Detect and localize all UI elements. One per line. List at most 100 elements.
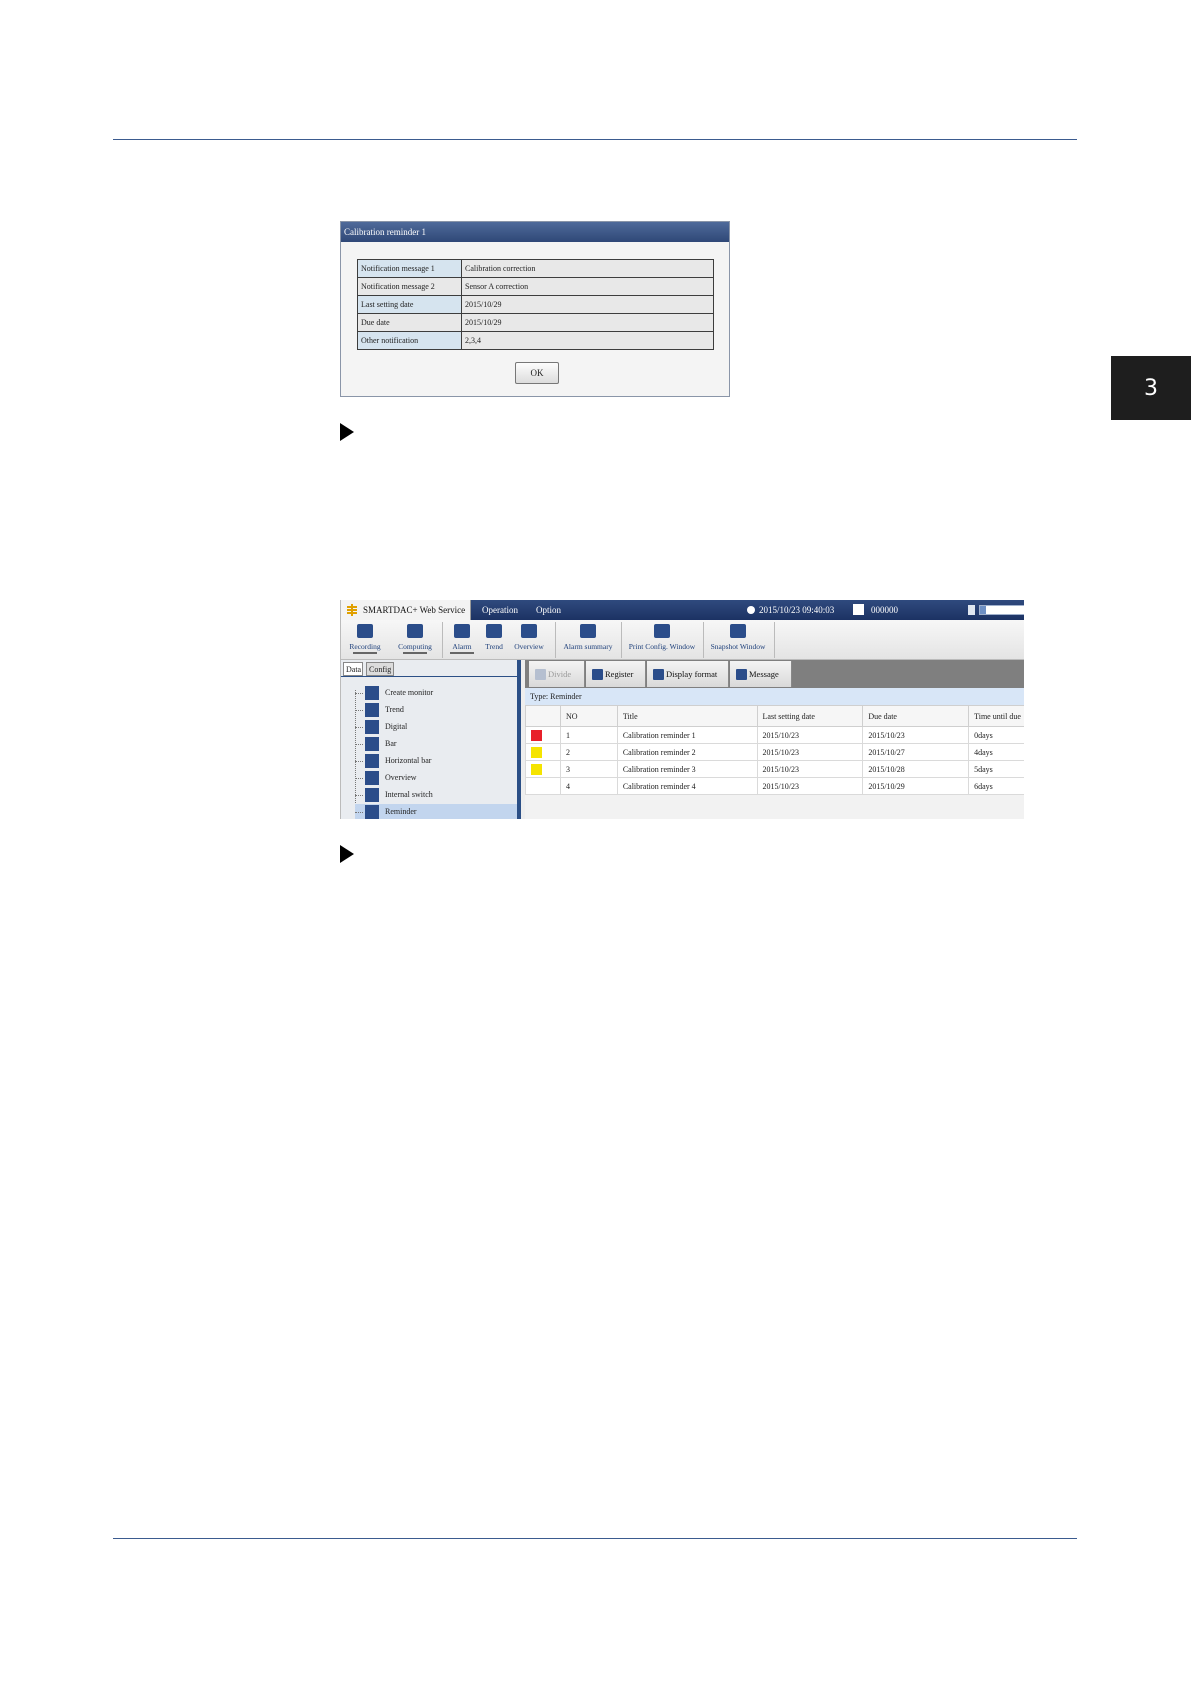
alarm-icon (454, 624, 470, 638)
title-cell: Calibration reminder 1 (616, 726, 758, 744)
tool-print-config[interactable]: Print Config. Window (623, 620, 701, 660)
tool-label: Overview (514, 642, 544, 651)
internal-switch-icon (365, 788, 379, 802)
divide-button[interactable]: Divide (529, 661, 585, 687)
reminder-icon (365, 805, 379, 819)
memory-usage-bar (979, 605, 1024, 615)
table-row[interactable]: 4 Calibration reminder 4 2015/10/23 2015… (525, 777, 1024, 795)
display-format-button[interactable]: Display format (647, 661, 729, 687)
tree-item-reminder[interactable]: Reminder (355, 804, 517, 819)
current-datetime: 2015/10/23 09:40:03 (759, 605, 835, 615)
dialog-details-table: Notification message 1 Calibration corre… (357, 259, 714, 350)
web-service-screenshot: SMARTDAC+ Web Service Operation Option 2… (340, 600, 1024, 819)
toolbar-divider (555, 622, 556, 658)
table-row[interactable]: 3 Calibration reminder 3 2015/10/23 2015… (525, 760, 1024, 778)
column-title: Title (616, 705, 758, 727)
table-row[interactable]: 2 Calibration reminder 2 2015/10/23 2015… (525, 743, 1024, 761)
tool-label: Computing (398, 642, 432, 651)
overview-icon (521, 624, 537, 638)
tree-item-trend[interactable]: Trend (355, 702, 517, 718)
tree-item-horizontal-bar[interactable]: Horizontal bar (355, 753, 517, 769)
dialog-row-label: Notification message 2 (357, 277, 462, 296)
trend-icon (365, 703, 379, 717)
tree-item-digital[interactable]: Digital (355, 719, 517, 735)
last-date-cell: 2015/10/23 (756, 777, 864, 795)
tree-item-create-monitor[interactable]: Create monitor (355, 685, 517, 701)
content-toolbar: Divide Register Display format Message (525, 660, 1024, 688)
dialog-row-label: Due date (357, 313, 462, 332)
camera-icon (730, 624, 746, 638)
step-arrow-icon (340, 845, 354, 863)
status-cell (525, 760, 561, 778)
chapter-number: 3 (1144, 375, 1158, 401)
tool-alarm-summary[interactable]: Alarm summary (558, 620, 618, 660)
no-cell: 1 (559, 726, 618, 744)
tree-item-label: Reminder (385, 807, 417, 816)
tool-snapshot[interactable]: Snapshot Window (705, 620, 771, 660)
menu-operation[interactable]: Operation (482, 600, 518, 620)
message-label: Message (749, 669, 779, 679)
tool-trend[interactable]: Trend (479, 620, 509, 660)
tool-label: Snapshot Window (710, 642, 766, 651)
dialog-row: Due date 2015/10/29 (357, 313, 714, 332)
tree-item-overview[interactable]: Overview (355, 770, 517, 786)
menu-option[interactable]: Option (536, 600, 561, 620)
ok-button[interactable]: OK (515, 362, 559, 384)
no-cell: 2 (559, 743, 618, 761)
type-label: Type: Reminder (525, 688, 1024, 705)
trend-icon (486, 624, 502, 638)
due-date-cell: 2015/10/28 (862, 760, 970, 778)
toolbar-divider (442, 622, 443, 658)
tree-item-internal-switch[interactable]: Internal switch (355, 787, 517, 803)
message-icon (736, 668, 747, 680)
calibration-reminder-dialog: Calibration reminder 1 Notification mess… (340, 221, 730, 397)
toolbar-divider (774, 622, 775, 658)
until-cell: 0days (968, 726, 1024, 744)
column-last-setting-date: Last setting date (756, 705, 864, 727)
column-no: NO (559, 705, 618, 727)
tab-data[interactable]: Data (343, 662, 363, 676)
dialog-row-value: 2015/10/29 (461, 313, 714, 332)
tab-config[interactable]: Config (366, 662, 394, 676)
step-arrow-icon (340, 423, 354, 441)
last-date-cell: 2015/10/23 (756, 760, 864, 778)
user-icon (853, 604, 864, 615)
chapter-tab: 3 (1111, 356, 1191, 420)
dialog-row: Other notification 2,3,4 (357, 331, 714, 350)
memory-icon (968, 605, 975, 615)
app-title-tab[interactable]: SMARTDAC+ Web Service (341, 600, 471, 620)
status-cell (525, 777, 561, 795)
user-id: 000000 (871, 605, 898, 615)
tool-recording[interactable]: Recording (345, 620, 385, 660)
message-button[interactable]: Message (730, 661, 792, 687)
dialog-row-value: 2015/10/29 (461, 295, 714, 314)
tool-alarm[interactable]: Alarm (447, 620, 477, 660)
tree-item-label: Internal switch (385, 790, 433, 799)
save-icon (592, 668, 603, 680)
tree-item-label: Overview (385, 773, 417, 782)
tool-label: Recording (349, 642, 381, 651)
dialog-row-value: Sensor A correction (461, 277, 714, 296)
content-area: Divide Register Display format Message T… (525, 660, 1024, 819)
dialog-row-value: Calibration correction (461, 259, 714, 278)
table-row[interactable]: 1 Calibration reminder 1 2015/10/23 2015… (525, 726, 1024, 744)
horizontal-bar-icon (365, 754, 379, 768)
bar-icon (365, 737, 379, 751)
recording-icon (357, 624, 373, 638)
last-date-cell: 2015/10/23 (756, 726, 864, 744)
dialog-row-value: 2,3,4 (461, 331, 714, 350)
tree-item-bar[interactable]: Bar (355, 736, 517, 752)
column-due-date: Due date (862, 705, 970, 727)
dialog-row-label: Other notification (357, 331, 462, 350)
tool-overview[interactable]: Overview (511, 620, 547, 660)
computing-icon (407, 624, 423, 638)
last-date-cell: 2015/10/23 (756, 743, 864, 761)
tool-label: Alarm summary (563, 642, 613, 651)
reminder-table: NO Title Last setting date Due date Time… (525, 705, 1024, 795)
tool-computing[interactable]: Computing (393, 620, 437, 660)
register-button[interactable]: Register (586, 661, 646, 687)
display-format-icon (653, 668, 664, 680)
alarm-summary-icon (580, 624, 596, 638)
overview-icon (365, 771, 379, 785)
until-cell: 6days (968, 777, 1024, 795)
